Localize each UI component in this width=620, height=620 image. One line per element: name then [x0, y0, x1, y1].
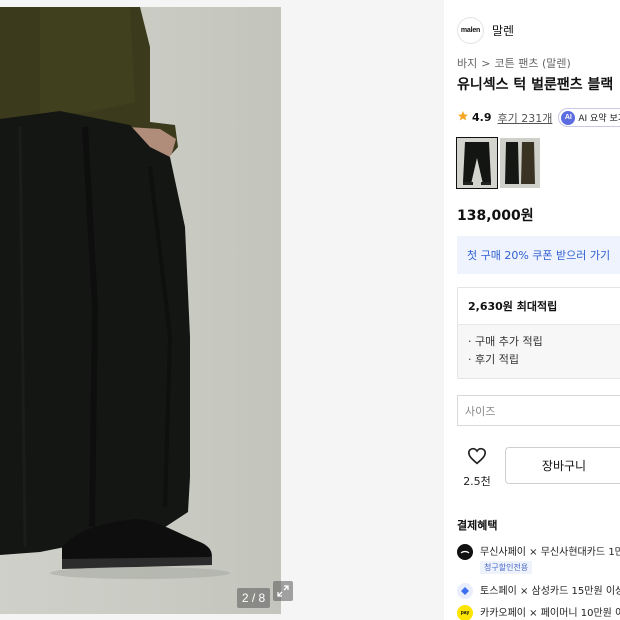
add-to-cart-button[interactable]: 장바구니 [505, 447, 620, 484]
rating-row: 4.9 후기 231개 AI AI 요약 보기 [457, 108, 620, 127]
size-select[interactable]: 사이즈 [457, 395, 620, 426]
breadcrumb-category[interactable]: 바지 [457, 57, 477, 70]
brand-name: 말렌 [492, 24, 515, 38]
product-photo-illustration [0, 7, 230, 579]
star-icon [457, 110, 469, 125]
points-details: · 구매 추가 적립 · 후기 적립 [458, 324, 620, 378]
ai-summary-label: AI 요약 보기 [578, 114, 620, 124]
first-purchase-coupon-banner[interactable]: 첫 구매 20% 쿠폰 받으러 가기 [457, 236, 620, 274]
ai-summary-button[interactable]: AI AI 요약 보기 [558, 108, 620, 127]
payment-benefit-text: 카카오페이 × 페이머니 10만원 이 [480, 608, 620, 619]
page-background-bottom [0, 614, 444, 620]
ai-icon: AI [561, 110, 576, 125]
payment-benefit-text: 무신사페이 × 무신사현대카드 1만 [480, 547, 620, 558]
color-thumbnails [456, 137, 540, 189]
product-price: 138,000원 [457, 208, 534, 224]
points-item: · 구매 추가 적립 [468, 335, 543, 348]
payment-benefit-item[interactable]: 토스페이 × 삼성카드 15만원 이상 [457, 582, 620, 599]
brand-link[interactable]: malen 말렌 [457, 17, 514, 44]
heart-icon [467, 447, 487, 469]
thumbnail-black[interactable] [456, 137, 498, 189]
image-counter: 2 / 8 [237, 588, 270, 608]
like-count: 2.5천 [463, 475, 491, 488]
product-main-image[interactable]: 2 / 8 [0, 7, 281, 614]
points-item: · 후기 적립 [468, 353, 519, 366]
like-button[interactable]: 2.5천 [457, 447, 497, 488]
kakao-pay-icon: pay [457, 605, 473, 620]
payment-benefit-tag: 청구할인전용 [480, 561, 533, 574]
thumbnail-brown[interactable] [500, 138, 540, 188]
musinsa-pay-icon [457, 544, 473, 560]
cart-label: 장바구니 [541, 459, 587, 473]
payment-benefit-text: 토스페이 × 삼성카드 15만원 이상 [480, 586, 620, 597]
breadcrumb-separator: > [481, 57, 491, 70]
toss-pay-icon [457, 583, 473, 599]
brand-logo: malen [457, 17, 484, 44]
payment-benefits-title: 결제혜택 [457, 519, 498, 532]
points-title[interactable]: 2,630원 최대적립 [458, 288, 620, 324]
breadcrumb: 바지 > 코튼 팬츠 (말렌) [457, 55, 571, 71]
rating-score: 4.9 [472, 111, 492, 124]
page-background [281, 0, 444, 620]
expand-icon[interactable] [273, 581, 293, 601]
product-title: 유니섹스 턱 벌룬팬츠 블랙 [457, 77, 614, 93]
product-info-panel: malen 말렌 바지 > 코튼 팬츠 (말렌) 유니섹스 턱 벌룬팬츠 블랙 4.… [444, 0, 620, 620]
payment-benefit-item[interactable]: pay 카카오페이 × 페이머니 10만원 이 [457, 604, 620, 620]
breadcrumb-subcategory[interactable]: 코튼 팬츠 (말렌) [494, 57, 570, 70]
points-box: 2,630원 최대적립 · 구매 추가 적립 · 후기 적립 [457, 287, 620, 379]
review-count-link[interactable]: 후기 231개 [498, 110, 553, 126]
payment-benefit-item[interactable]: 무신사페이 × 무신사현대카드 1만 청구할인전용 [457, 543, 620, 574]
